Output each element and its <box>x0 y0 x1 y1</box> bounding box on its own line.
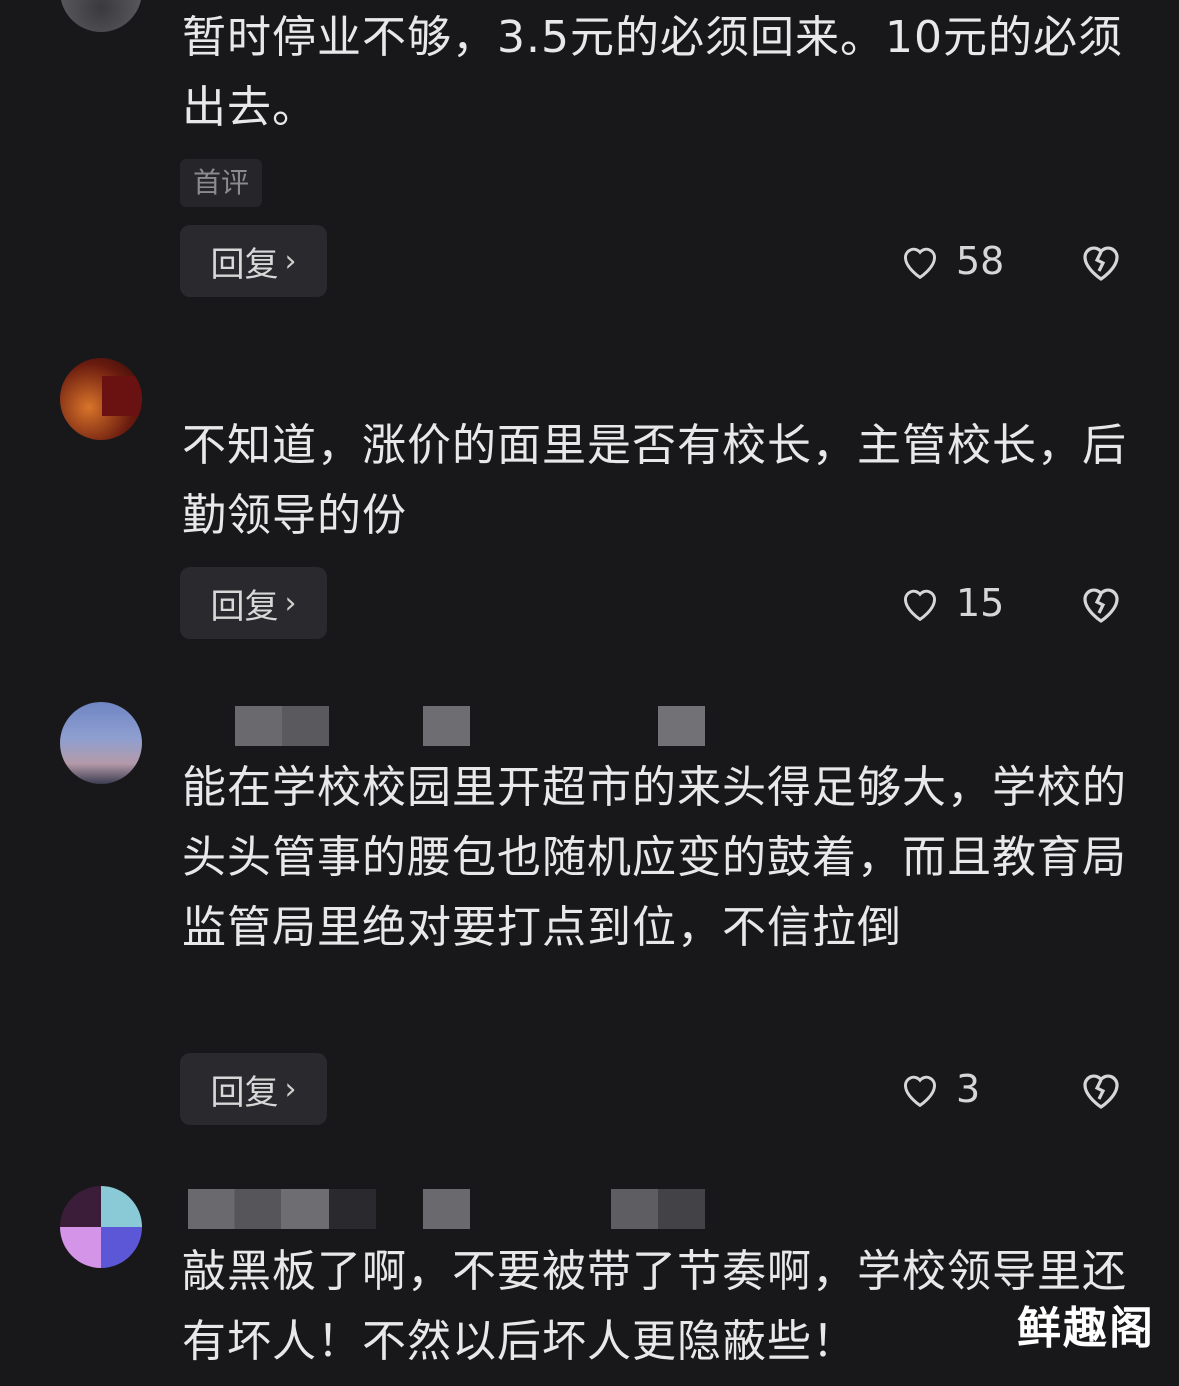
avatar[interactable] <box>60 0 142 32</box>
heart-outline-icon <box>903 589 937 622</box>
like-count: 58 <box>956 239 1005 283</box>
like-count: 15 <box>956 581 1005 625</box>
comment-text: 敲黑板了啊，不要被带了节奏啊，学校领导里还有坏人！不然以后坏人更隐蔽些！ <box>182 1246 1127 1367</box>
heart-outline-icon <box>903 1075 937 1108</box>
like-button[interactable]: 3 <box>898 1053 980 1125</box>
reply-button[interactable]: 回复 › <box>180 1053 327 1125</box>
chevron-right-icon: › <box>284 1071 297 1107</box>
redacted-username <box>188 1189 329 1229</box>
broken-heart-icon <box>1083 588 1119 623</box>
heart-outline-icon <box>903 247 937 280</box>
avatar-block <box>101 1186 142 1227</box>
avatar-block <box>60 1186 101 1227</box>
first-comment-badge: 首评 <box>180 159 263 207</box>
redacted-username <box>329 1189 376 1229</box>
reply-label: 回复 <box>210 586 279 627</box>
dislike-button[interactable] <box>1076 567 1126 639</box>
redacted-username <box>423 706 470 746</box>
comment-text: 暂时停业不够，3.5元的必须回来。10元的必须出去。 <box>182 12 1123 133</box>
avatar[interactable] <box>60 1186 142 1268</box>
avatar[interactable] <box>60 702 142 784</box>
reply-label: 回复 <box>210 244 279 285</box>
comment-text: 不知道，涨价的面里是否有校长，主管校长，后勤领导的份 <box>182 420 1127 541</box>
reply-label: 回复 <box>210 1072 279 1113</box>
avatar-block <box>101 1227 142 1268</box>
avatar-block <box>60 1227 101 1268</box>
avatar[interactable] <box>60 358 142 440</box>
broken-heart-icon <box>1083 1074 1119 1109</box>
broken-heart-icon <box>1083 246 1119 281</box>
like-button[interactable]: 58 <box>898 225 1004 297</box>
dislike-button[interactable] <box>1076 225 1126 297</box>
chevron-right-icon: › <box>284 243 297 279</box>
chevron-right-icon: › <box>284 585 297 621</box>
redacted-username <box>235 706 329 746</box>
redacted-username <box>658 706 705 746</box>
like-count: 3 <box>956 1067 981 1111</box>
reply-button[interactable]: 回复 › <box>180 225 327 297</box>
comment-text: 能在学校校园里开超市的来头得足够大，学校的头头管事的腰包也随机应变的鼓着，而且教… <box>182 762 1127 953</box>
avatar-overlay <box>102 376 142 416</box>
dislike-button[interactable] <box>1076 1053 1126 1125</box>
reply-button[interactable]: 回复 › <box>180 567 327 639</box>
redacted-username <box>423 1189 470 1229</box>
like-button[interactable]: 15 <box>898 567 1004 639</box>
watermark: 鲜趣阁 <box>1017 1303 1155 1354</box>
redacted-username <box>611 1189 705 1229</box>
